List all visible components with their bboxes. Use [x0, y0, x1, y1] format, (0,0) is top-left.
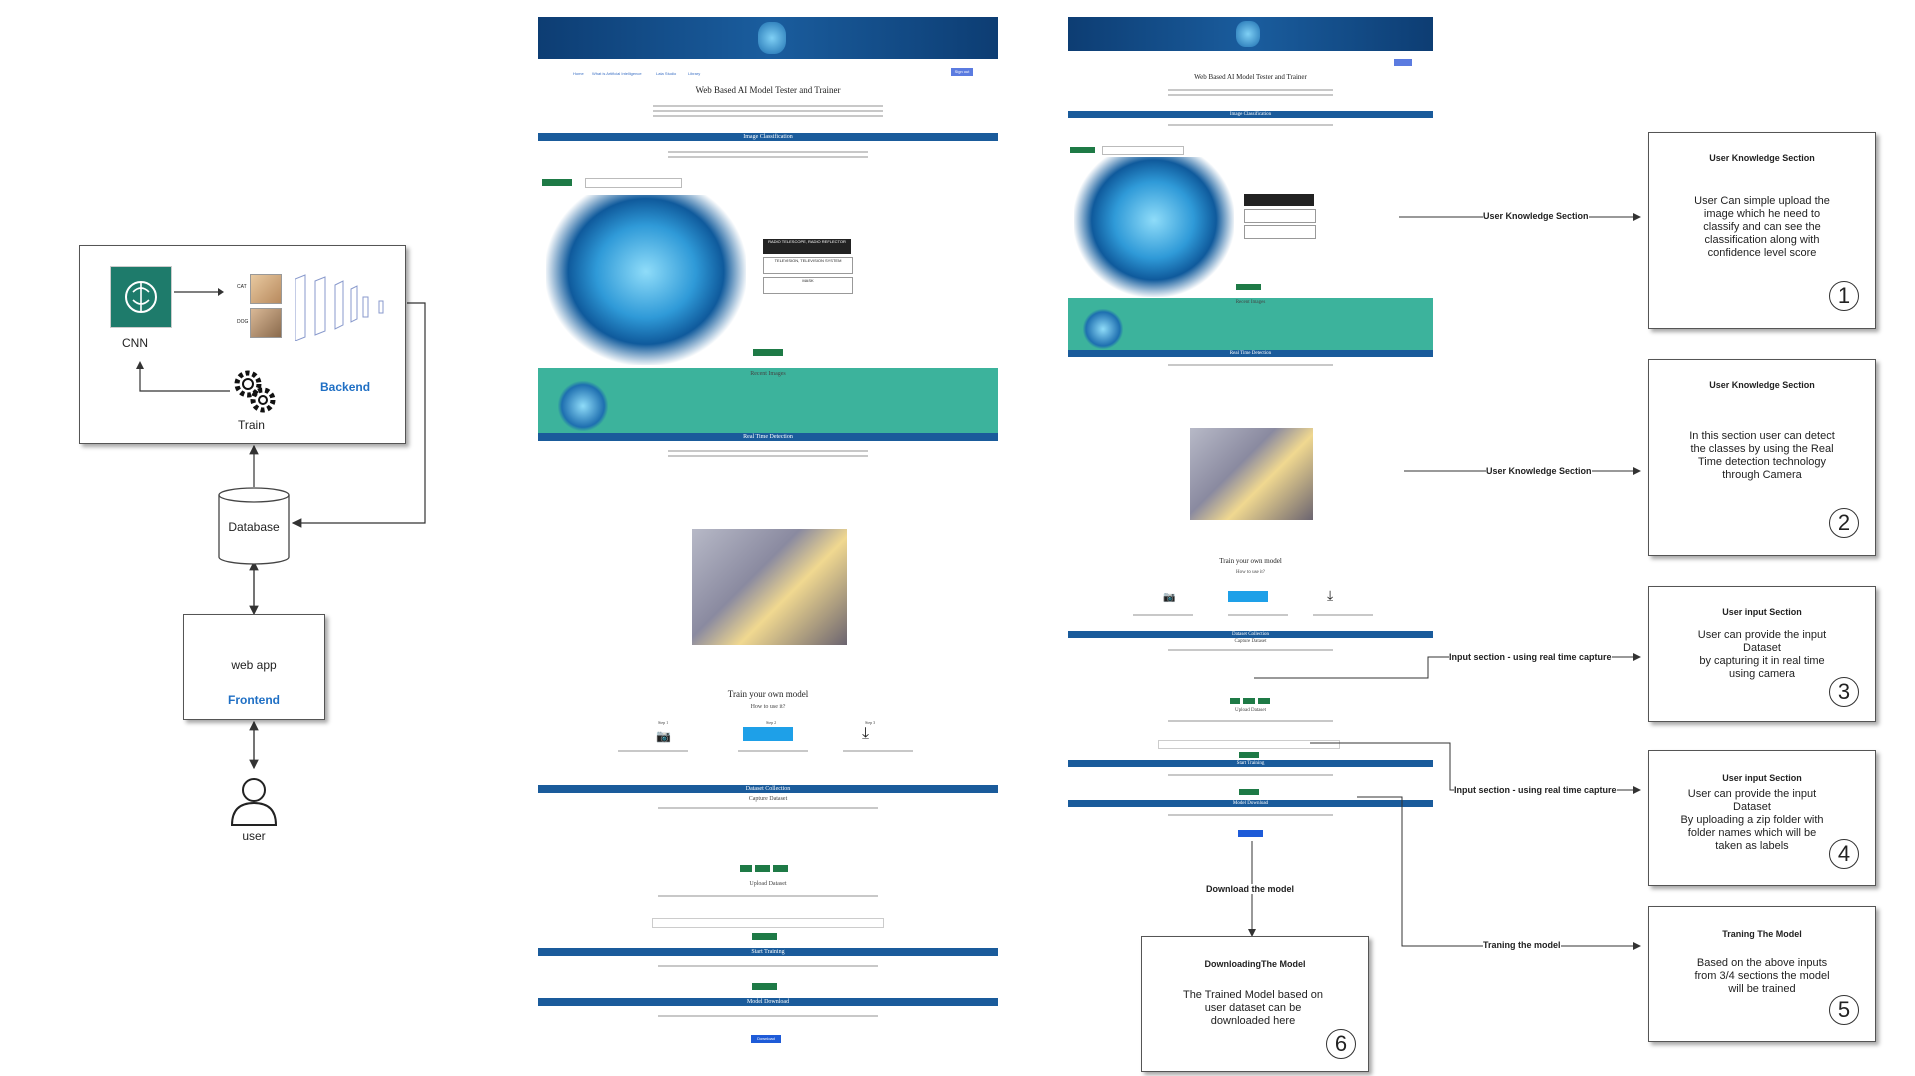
- mock1-download-icon: ⤓: [862, 725, 870, 742]
- mock1-nav-home[interactable]: Home: [573, 71, 584, 76]
- mock1-start-training-bar: Start Training: [538, 948, 998, 956]
- callout-2-text: In this section user can detect the clas…: [1689, 430, 1835, 481]
- callout-1-text: User Can simple upload the image which h…: [1694, 195, 1830, 259]
- cnn-label: CNN: [122, 336, 148, 350]
- callout-1: User Knowledge Section User Can simple u…: [1648, 132, 1876, 329]
- mock1-download-button[interactable]: Download: [751, 1035, 781, 1043]
- backend-box: CNN CAT DOG Train Backend: [79, 245, 406, 444]
- arrow-label-4: Input section - using real time capture: [1454, 785, 1617, 795]
- mock1-nav-studio[interactable]: Lata Studio: [656, 71, 676, 76]
- arrow-label-5: Traning the model: [1483, 940, 1561, 950]
- mock1-capture-dataset: Capture Dataset: [748, 796, 788, 802]
- callout-3: User input Section User can provide the …: [1648, 586, 1876, 722]
- train-label: Train: [238, 418, 265, 432]
- callout-4-title: User input Section: [1722, 773, 1802, 783]
- database-cylinder: Database: [218, 487, 290, 565]
- cat-label: CAT: [237, 284, 247, 290]
- callout-3-number: 3: [1829, 677, 1859, 707]
- mock1-dataset-btn-1[interactable]: [740, 865, 752, 872]
- arrow-label-1: User Knowledge Section: [1483, 211, 1589, 221]
- mock1-dataset-btn-3[interactable]: [773, 865, 788, 872]
- mock1-real-time-bar: Real Time Detection: [538, 433, 998, 441]
- user-icon: [230, 778, 278, 826]
- mock1-model-download-bar: Model Download: [538, 998, 998, 1006]
- database-label: Database: [228, 520, 280, 534]
- mock1-image-classification-bar: Image Classification: [538, 133, 998, 141]
- mock1-upload-dataset: Upload Dataset: [749, 881, 787, 887]
- callout-2: User Knowledge Section In this section u…: [1648, 359, 1876, 556]
- callout-3-text: User can provide the input Dataset by ca…: [1697, 629, 1827, 680]
- backend-title: Backend: [320, 380, 371, 394]
- arrow-label-6: Download the model: [1206, 884, 1295, 894]
- frontend-title: Frontend: [228, 693, 280, 707]
- callout-1-title: User Knowledge Section: [1709, 153, 1815, 163]
- dog-label: DOG: [237, 319, 249, 325]
- callout-6-number: 6: [1326, 1029, 1356, 1059]
- mock1-nav-ai[interactable]: What is Artificial Intelligence: [592, 71, 642, 76]
- callout-6-title: DownloadingThe Model: [1204, 959, 1306, 969]
- mock1-face-image: [546, 195, 746, 365]
- callout-3-title: User input Section: [1722, 607, 1802, 617]
- callout-4-text: User can provide the input Dataset By up…: [1680, 788, 1824, 852]
- mock1-prediction-3: MASK: [763, 277, 853, 294]
- callout-1-number: 1: [1829, 281, 1859, 311]
- train-feedback-arrow: [136, 361, 230, 392]
- mock1-file-input[interactable]: [585, 178, 682, 188]
- callout-6: DownloadingThe Model The Trained Model b…: [1141, 936, 1369, 1072]
- callout-5-title: Traning The Model: [1722, 929, 1802, 939]
- cnn-arrow: [174, 288, 224, 296]
- cat-image: [250, 274, 282, 304]
- mock1-camera-icon: 📷: [656, 729, 671, 743]
- arrow-label-3: Input section - using real time capture: [1449, 652, 1612, 662]
- callout-5: Traning The Model Based on the above inp…: [1648, 906, 1876, 1042]
- mock1-how-to: How to use it?: [750, 704, 786, 710]
- mock1-nav-library[interactable]: Library: [688, 71, 700, 76]
- cnn-layers-icon: [295, 274, 384, 341]
- frontend-box: web app Frontend: [183, 614, 325, 720]
- mock1-upload-button[interactable]: [752, 933, 777, 940]
- user-label: user: [242, 829, 266, 843]
- arrow-label-2: User Knowledge Section: [1486, 466, 1592, 476]
- mock1-classify-button[interactable]: [753, 349, 783, 356]
- mock1-recent-images-label: Recent Images: [750, 371, 786, 377]
- callout-4-number: 4: [1829, 839, 1859, 869]
- callout-5-number: 5: [1829, 995, 1859, 1025]
- mock1-step-2: Step 2: [766, 720, 777, 725]
- callout-5-text: Based on the above inputs from 3/4 secti…: [1694, 957, 1830, 995]
- callout-6-text: The Trained Model based on user dataset …: [1182, 989, 1324, 1027]
- dog-image: [250, 308, 282, 338]
- mock1-zip-file-input[interactable]: [652, 918, 884, 928]
- callout-4: User input Section User can provide the …: [1648, 750, 1876, 886]
- mock1-signout-button[interactable]: Sign out: [951, 68, 973, 76]
- mock1-dataset-collection-bar: Dataset Collection: [538, 785, 998, 793]
- mock1-start-training-button[interactable]: [743, 727, 793, 741]
- webapp-mockup-1: Home What is Artificial Intelligence Lat…: [538, 17, 998, 1057]
- mock1-dataset-btn-2[interactable]: [755, 865, 770, 872]
- mock1-title: Web Based AI Model Tester and Trainer: [695, 85, 841, 95]
- cnn-icon: [110, 266, 172, 328]
- mock1-prediction-1: RADIO TELESCOPE, RADIO REFLECTOR: [763, 239, 851, 254]
- mock1-train-title: Train your own model: [727, 689, 809, 699]
- mock1-step-1: Step 1: [658, 720, 669, 725]
- mock1-prediction-2: TELEVISION, TELEVISION SYSTEM: [763, 257, 853, 274]
- mock1-camera-feed: [692, 529, 847, 645]
- mock1-recent-thumb: [558, 381, 608, 431]
- mock1-face-logo: [758, 22, 786, 54]
- callout-connectors: [1248, 213, 1641, 950]
- callout-2-number: 2: [1829, 508, 1859, 538]
- callout-2-title: User Knowledge Section: [1709, 380, 1815, 390]
- mock1-upload-image-button[interactable]: [542, 179, 572, 186]
- mock1-train-button[interactable]: [752, 983, 777, 990]
- webapp-label: web app: [231, 658, 277, 672]
